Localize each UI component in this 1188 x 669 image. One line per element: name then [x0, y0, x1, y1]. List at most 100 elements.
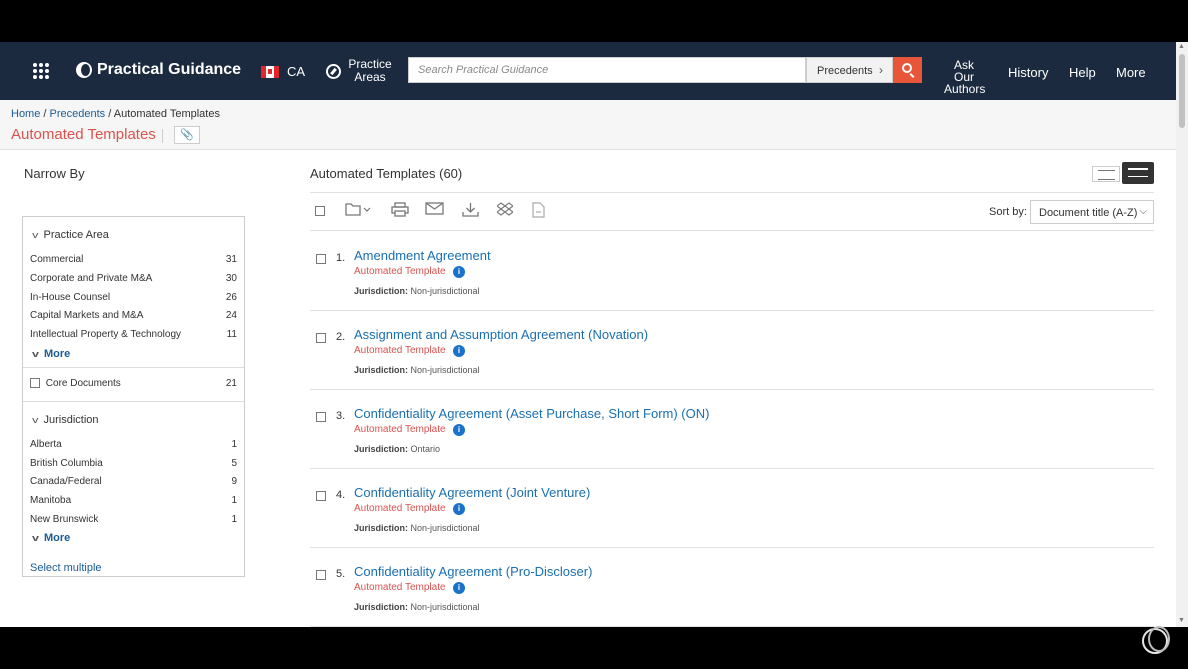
sort-by-label: Sort by:	[989, 206, 1027, 218]
print-icon[interactable]	[391, 202, 409, 220]
info-icon[interactable]: i	[453, 345, 465, 357]
facet-item-corporate-private-ma[interactable]: Corporate and Private M&A 30	[30, 273, 237, 284]
practice-areas-button[interactable]: Practice Areas	[326, 58, 393, 84]
result-jurisdiction: Jurisdiction: Non-jurisdictional	[354, 286, 480, 296]
canada-flag-icon	[261, 65, 279, 78]
jurisdiction-toggle[interactable]: v Jurisdiction	[32, 414, 99, 426]
result-title-link[interactable]: Amendment Agreement	[354, 248, 491, 263]
jurisdiction-value: Non-jurisdictional	[410, 286, 480, 296]
brand-name: Practical Guidance	[97, 61, 242, 78]
result-title-link[interactable]: Confidentiality Agreement (Pro-Discloser…	[354, 564, 592, 579]
practice-area-toggle[interactable]: v Practice Area	[32, 229, 109, 241]
chevron-down-icon: v	[31, 349, 40, 359]
result-checkbox[interactable]	[316, 412, 326, 422]
facet-item-alberta[interactable]: Alberta 1	[30, 439, 237, 450]
result-jurisdiction: Jurisdiction: Non-jurisdictional	[354, 523, 480, 533]
facet-label: Intellectual Property & Technology	[30, 329, 182, 340]
list-view-icon[interactable]	[1092, 166, 1120, 182]
sort-by-dropdown[interactable]: Document title (A-Z) ⌵	[1030, 200, 1154, 224]
breadcrumb-separator: /	[43, 108, 47, 120]
facet-count: 9	[231, 476, 237, 487]
practice-areas-label: Practice Areas	[348, 57, 392, 84]
search-button[interactable]	[893, 57, 922, 83]
filter-panel: v Practice Area Commercial 31 Corporate an…	[22, 216, 245, 577]
result-number: 1.	[336, 252, 346, 264]
practice-area-more-link[interactable]: v More	[31, 348, 70, 360]
apps-grid-icon[interactable]	[33, 63, 49, 79]
detail-view-icon[interactable]	[1122, 162, 1154, 184]
facet-item-in-house-counsel[interactable]: In-House Counsel 26	[30, 292, 237, 303]
sort-by-value: Document title (A-Z)	[1039, 207, 1138, 219]
jurisdiction-label: Jurisdiction	[43, 414, 99, 426]
folder-icon[interactable]	[345, 202, 371, 219]
logo-mark-icon	[76, 62, 92, 78]
search-icon	[902, 63, 912, 73]
breadcrumb-home[interactable]: Home	[11, 108, 40, 120]
country-selector[interactable]: CA	[261, 64, 305, 79]
page-title: Automated Templates	[11, 126, 156, 143]
facet-label: Alberta	[30, 439, 62, 450]
search-input[interactable]: Search Practical Guidance	[408, 57, 806, 83]
result-checkbox[interactable]	[316, 254, 326, 264]
watermark-logo-icon	[1140, 624, 1174, 656]
select-all-checkbox[interactable]	[315, 206, 325, 216]
help-link[interactable]: Help	[1069, 65, 1096, 80]
more-menu[interactable]: More	[1116, 65, 1146, 80]
core-documents-checkbox[interactable]	[30, 378, 40, 389]
result-title-link[interactable]: Confidentiality Agreement (Joint Venture…	[354, 485, 590, 500]
jurisdiction-key: Jurisdiction:	[354, 602, 409, 612]
title-divider	[162, 129, 163, 143]
result-item: 5. Confidentiality Agreement (Pro-Disclo…	[310, 548, 1154, 627]
brand-logo[interactable]: Practical Guidance	[76, 61, 241, 79]
breadcrumb-precedents[interactable]: Precedents	[50, 108, 106, 120]
top-header: Practical Guidance CA Practice Areas Sea…	[0, 42, 1176, 100]
facet-item-new-brunswick[interactable]: New Brunswick 1	[30, 514, 237, 525]
document-icon[interactable]	[532, 202, 545, 221]
info-icon[interactable]: i	[453, 424, 465, 436]
result-title-link[interactable]: Assignment and Assumption Agreement (Nov…	[354, 327, 648, 342]
facet-item-capital-markets-ma[interactable]: Capital Markets and M&A 24	[30, 310, 237, 321]
download-icon[interactable]	[462, 202, 479, 220]
result-type: Automated Template	[354, 503, 446, 514]
email-icon[interactable]	[425, 202, 444, 218]
search-scope-label: Precedents	[817, 65, 873, 77]
jurisdiction-value: Non-jurisdictional	[410, 523, 480, 533]
jurisdiction-more-link[interactable]: v More	[32, 532, 70, 544]
result-checkbox[interactable]	[316, 333, 326, 343]
scrollbar-thumb[interactable]	[1179, 54, 1185, 128]
facet-item-manitoba[interactable]: Manitoba 1	[30, 495, 237, 506]
facet-count: 21	[225, 378, 237, 389]
scroll-down-icon[interactable]: ▼	[1178, 617, 1185, 624]
facet-core-documents[interactable]: Core Documents 21	[30, 378, 237, 389]
dropbox-icon[interactable]	[496, 202, 514, 220]
results-title: Automated Templates (60)	[310, 166, 463, 181]
result-jurisdiction: Jurisdiction: Non-jurisdictional	[354, 602, 480, 612]
result-title-link[interactable]: Confidentiality Agreement (Asset Purchas…	[354, 406, 709, 421]
result-jurisdiction: Jurisdiction: Ontario	[354, 444, 440, 454]
facet-item-canada-federal[interactable]: Canada/Federal 9	[30, 476, 237, 487]
result-checkbox[interactable]	[316, 570, 326, 580]
jurisdiction-key: Jurisdiction:	[354, 444, 409, 454]
result-item: 3. Confidentiality Agreement (Asset Purc…	[310, 390, 1154, 469]
facet-item-ip-technology[interactable]: Intellectual Property & Technology 11	[30, 329, 237, 340]
info-icon[interactable]: i	[453, 266, 465, 278]
select-multiple-link[interactable]: Select multiple	[30, 562, 102, 574]
facet-item-british-columbia[interactable]: British Columbia 5	[30, 458, 237, 469]
jurisdiction-value: Non-jurisdictional	[410, 602, 480, 612]
breadcrumb-separator: /	[108, 108, 112, 120]
facet-item-commercial[interactable]: Commercial 31	[30, 254, 237, 265]
info-icon[interactable]: i	[453, 503, 465, 515]
ask-our-authors-link[interactable]: Ask Our Authors	[944, 59, 985, 95]
paperclip-icon[interactable]: 📎	[174, 126, 200, 144]
scroll-up-icon[interactable]: ▲	[1178, 43, 1185, 50]
facet-label: Corporate and Private M&A	[30, 273, 153, 284]
facet-count: 30	[225, 273, 237, 284]
result-checkbox[interactable]	[316, 491, 326, 501]
result-type: Automated Template	[354, 345, 446, 356]
facet-label: Capital Markets and M&A	[30, 310, 144, 321]
video-letterbox-bottom	[0, 627, 1188, 669]
search-scope-dropdown[interactable]: Precedents ›	[806, 57, 893, 83]
info-icon[interactable]: i	[453, 582, 465, 594]
vertical-scrollbar[interactable]: ▲ ▼	[1176, 42, 1188, 627]
history-link[interactable]: History	[1008, 65, 1048, 80]
